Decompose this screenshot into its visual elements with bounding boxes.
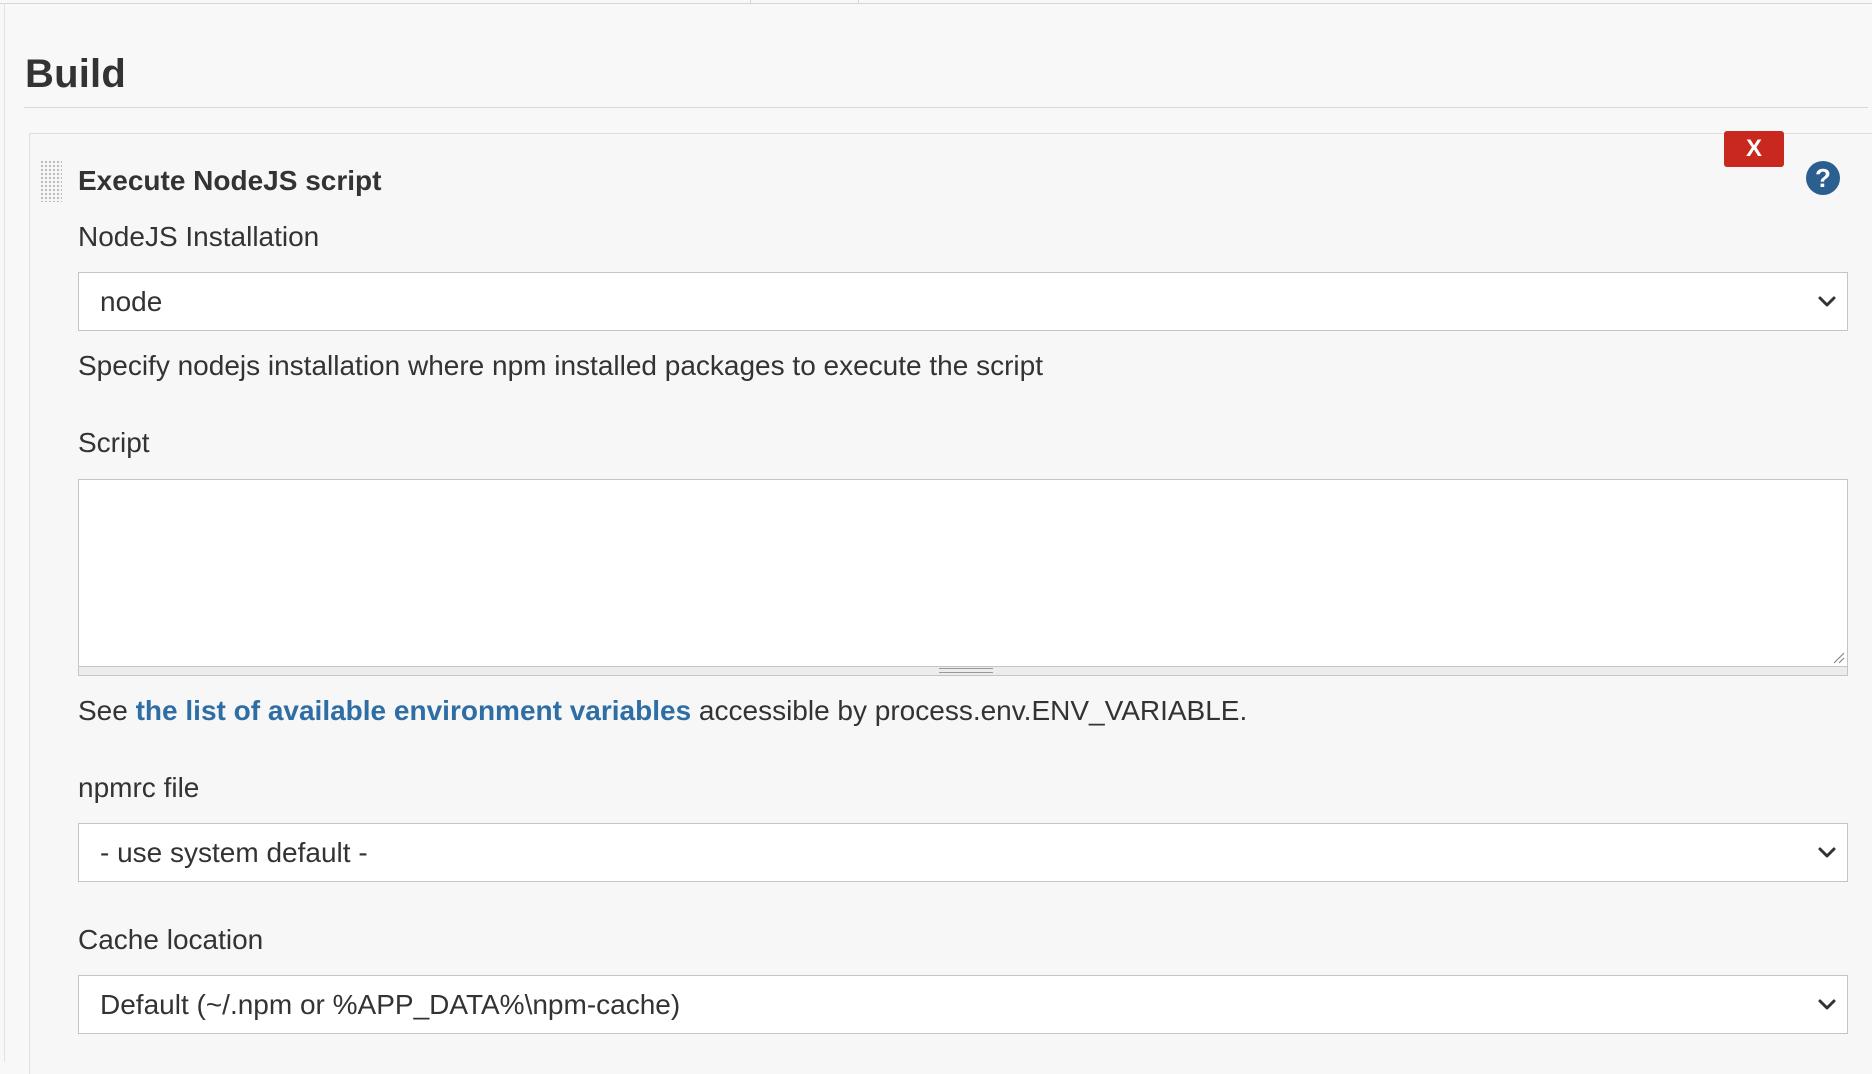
resize-grip-icon[interactable] (1831, 650, 1845, 664)
script-textarea[interactable] (78, 479, 1848, 667)
script-help-prefix: See (78, 695, 136, 726)
delete-step-button[interactable]: X (1724, 131, 1784, 167)
help-icon[interactable]: ? (1806, 161, 1840, 195)
chevron-down-icon (1818, 296, 1836, 307)
chevron-down-icon (1818, 999, 1836, 1010)
section-divider (24, 107, 1868, 108)
section-title: Build (25, 52, 126, 96)
env-variables-link[interactable]: the list of available environment variab… (136, 695, 692, 726)
npmrc-label: npmrc file (78, 772, 200, 803)
left-border (4, 3, 5, 1062)
cache-location-selected-value: Default (~/.npm or %APP_DATA%\npm-cache) (100, 989, 681, 1020)
tab-divider (750, 0, 751, 3)
nodejs-installation-help: Specify nodejs installation where npm in… (78, 350, 1043, 381)
step-title: Execute NodeJS script (78, 165, 382, 196)
tab-divider (858, 0, 859, 3)
nodejs-installation-selected-value: node (100, 286, 163, 317)
chevron-down-icon (1818, 847, 1836, 858)
nodejs-installation-label: NodeJS Installation (78, 221, 320, 252)
script-label: Script (78, 427, 150, 458)
script-help: See the list of available environment va… (78, 695, 1247, 727)
script-help-suffix: accessible by process.env.ENV_VARIABLE. (691, 695, 1248, 726)
textarea-resize-bar[interactable] (78, 667, 1848, 676)
cache-location-label: Cache location (78, 924, 264, 955)
nodejs-installation-select[interactable]: node (78, 272, 1848, 331)
resize-handle[interactable] (939, 668, 993, 673)
cache-location-select[interactable]: Default (~/.npm or %APP_DATA%\npm-cache) (78, 975, 1848, 1034)
npmrc-selected-value: - use system default - (100, 837, 368, 868)
top-tab-strip (0, 0, 1872, 4)
drag-handle-icon[interactable] (40, 160, 62, 202)
npmrc-select[interactable]: - use system default - (78, 823, 1848, 882)
